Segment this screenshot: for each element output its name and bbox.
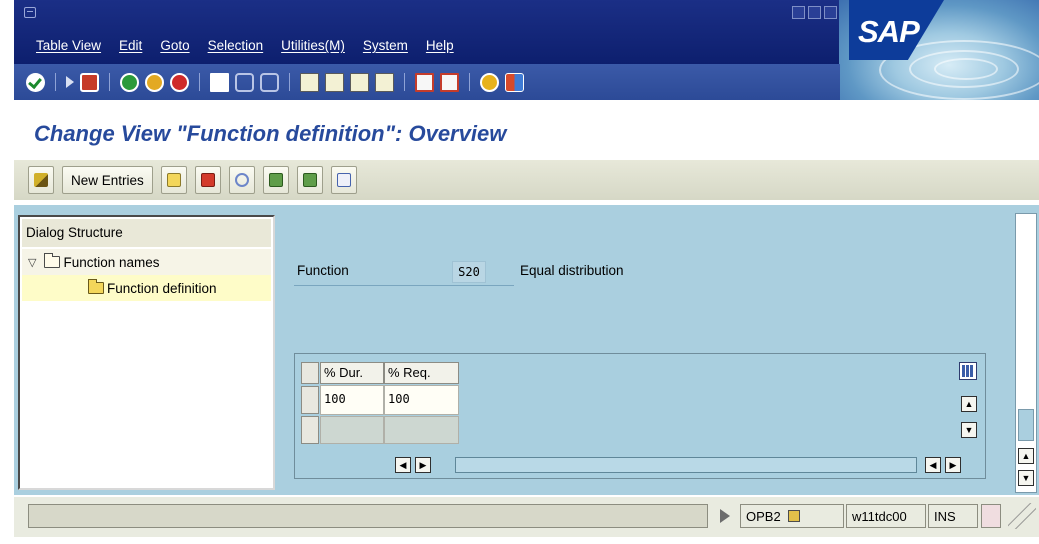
menu-bar: Table View Edit Goto Selection Utilities… — [14, 0, 1039, 100]
last-page-icon[interactable] — [375, 72, 394, 92]
tree-item-function-names[interactable]: ▽ Function names — [22, 249, 271, 275]
scroll-right-icon[interactable]: ▶ — [415, 457, 431, 473]
sap-logo-area: SAP — [839, 0, 1039, 100]
column-header-dur[interactable]: % Dur. — [320, 362, 384, 384]
function-label-underline — [294, 285, 514, 286]
save-icon[interactable] — [80, 72, 99, 92]
back-icon[interactable] — [120, 72, 139, 92]
scroll-down-icon[interactable]: ▼ — [961, 422, 977, 438]
copy-icon — [166, 173, 181, 187]
help-icon[interactable] — [480, 72, 499, 92]
new-entries-button[interactable]: New Entries — [62, 166, 153, 194]
previous-page-icon[interactable] — [325, 72, 344, 92]
command-field-icon[interactable] — [66, 76, 74, 88]
display-change-button[interactable] — [28, 166, 54, 194]
next-page-icon[interactable] — [350, 72, 369, 92]
deselect-all-icon — [336, 173, 351, 187]
row-selector[interactable] — [301, 416, 319, 444]
row-selector[interactable] — [301, 386, 319, 414]
select-all-rows-button[interactable] — [301, 362, 319, 384]
table-control: % Dur. % Req. 100 100 ▲ ▼ ◀ ▶ ◀ ▶ — [294, 353, 986, 479]
horizontal-scrollbar[interactable] — [455, 457, 917, 473]
status-system-field[interactable]: OPB2 — [740, 504, 844, 528]
create-session-icon[interactable] — [415, 72, 434, 92]
system-info-icon — [788, 510, 801, 522]
scroll-left-icon[interactable]: ◀ — [395, 457, 411, 473]
copy-as-button[interactable] — [160, 166, 187, 194]
status-bar: OPB2 w11tdc00 INS — [14, 497, 1039, 537]
tree-item-label: Function names — [63, 254, 160, 270]
folder-icon — [44, 253, 61, 268]
delete-icon — [200, 173, 215, 187]
expand-triangle-icon[interactable]: ▽ — [28, 256, 36, 269]
select-all-button[interactable] — [262, 166, 289, 194]
undo-icon — [234, 173, 249, 187]
menu-selection[interactable]: Selection — [208, 38, 264, 53]
minimize-icon[interactable] — [792, 6, 805, 19]
empty-cell[interactable] — [384, 416, 459, 444]
print-icon[interactable] — [210, 72, 229, 92]
application-toolbar: New Entries — [14, 160, 1039, 200]
scroll-up-icon[interactable]: ▲ — [961, 396, 977, 412]
menu-table-view[interactable]: Table View — [36, 38, 101, 53]
work-area: Dialog Structure ▽ Function names Functi… — [14, 205, 1039, 495]
select-block-icon — [302, 173, 317, 187]
standard-toolbar — [14, 64, 840, 100]
menu-utilities[interactable]: Utilities(M) — [281, 38, 345, 53]
transaction-code: OPB2 — [746, 509, 781, 524]
deselect-all-button[interactable] — [330, 166, 357, 194]
find-icon[interactable] — [235, 72, 254, 92]
menu-goto[interactable]: Goto — [160, 38, 189, 53]
undo-change-button[interactable] — [228, 166, 255, 194]
vertical-scrollbar[interactable]: ▲ ▼ — [1015, 213, 1037, 493]
function-code-field: S20 — [452, 261, 486, 283]
system-menu-icon[interactable] — [24, 7, 36, 18]
dialog-structure-header: Dialog Structure — [22, 219, 271, 247]
tree-item-label: Function definition — [107, 280, 217, 296]
select-all-icon — [268, 173, 283, 187]
status-message-field — [28, 504, 708, 528]
scroll-right-icon[interactable]: ▶ — [945, 457, 961, 473]
empty-cell[interactable] — [320, 416, 384, 444]
sap-logo-text: SAP — [858, 14, 920, 49]
tree-item-function-definition[interactable]: Function definition — [22, 275, 271, 301]
function-label: Function — [297, 263, 349, 278]
delete-button[interactable] — [194, 166, 221, 194]
cell-req[interactable]: 100 — [384, 385, 459, 415]
shortcut-icon[interactable] — [440, 72, 459, 92]
cancel-icon[interactable] — [170, 72, 189, 92]
scroll-down-icon[interactable]: ▼ — [1018, 470, 1034, 486]
menu-system[interactable]: System — [363, 38, 408, 53]
column-header-req[interactable]: % Req. — [384, 362, 459, 384]
scroll-up-icon[interactable]: ▲ — [1018, 448, 1034, 464]
page-title: Change View "Function definition": Overv… — [34, 121, 507, 146]
customize-layout-icon[interactable] — [505, 72, 524, 92]
menu-edit[interactable]: Edit — [119, 38, 142, 53]
function-description: Equal distribution — [520, 263, 624, 278]
exit-icon[interactable] — [145, 72, 164, 92]
pencil-icon — [34, 173, 48, 187]
select-block-button[interactable] — [296, 166, 323, 194]
status-toggle-icon[interactable] — [720, 509, 730, 523]
menu-help[interactable]: Help — [426, 38, 454, 53]
maximize-icon[interactable] — [808, 6, 821, 19]
title-area: Change View "Function definition": Overv… — [14, 110, 1039, 158]
first-page-icon[interactable] — [300, 72, 319, 92]
status-insert-mode[interactable]: INS — [928, 504, 978, 528]
dialog-structure-panel: Dialog Structure ▽ Function names Functi… — [18, 215, 275, 490]
close-icon[interactable] — [824, 6, 837, 19]
enter-icon[interactable] — [26, 72, 45, 92]
open-folder-icon — [88, 279, 104, 294]
cell-dur[interactable]: 100 — [320, 385, 384, 415]
resize-grip[interactable] — [1008, 503, 1036, 529]
scroll-left-icon[interactable]: ◀ — [925, 457, 941, 473]
window-controls — [792, 6, 837, 19]
status-server-field: w11tdc00 — [846, 504, 926, 528]
table-settings-icon[interactable] — [959, 362, 977, 380]
status-lock-field — [981, 504, 1001, 528]
find-next-icon[interactable] — [260, 72, 279, 92]
menu-list: Table View Edit Goto Selection Utilities… — [36, 38, 454, 53]
scrollbar-thumb[interactable] — [1018, 409, 1034, 441]
